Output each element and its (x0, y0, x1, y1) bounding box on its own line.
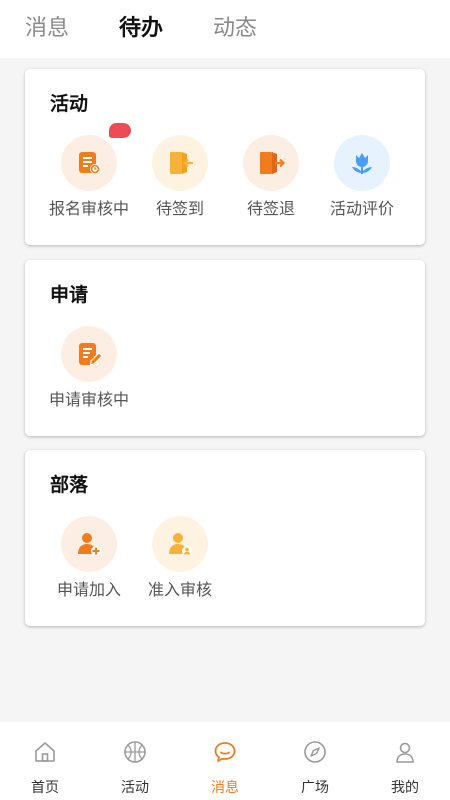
item-label: 待签退 (246, 199, 295, 218)
item-label: 申请审核中 (48, 390, 129, 409)
user-add-icon (61, 516, 117, 572)
item-label: 报名审核中 (48, 199, 129, 218)
item-pending-checkout[interactable]: 待签退 (226, 135, 316, 220)
door-exit-icon (243, 135, 299, 191)
tulip-icon (334, 135, 390, 191)
document-review-icon (61, 135, 117, 191)
nav-label: 消息 (211, 780, 239, 796)
profile-icon (396, 742, 414, 763)
nav-label: 首页 (31, 780, 59, 796)
home-icon (35, 742, 55, 762)
item-application-review[interactable]: 申请审核中 (44, 326, 134, 411)
user-check-icon (152, 516, 208, 572)
item-registration-review[interactable]: 报名审核中 (44, 135, 134, 220)
nav-home[interactable]: 首页 (0, 722, 90, 800)
tribe-card: 部落 申请加入 准入审核 (25, 450, 425, 626)
item-label: 活动评价 (329, 199, 394, 218)
nav-label: 活动 (121, 780, 149, 796)
activity-card: 活动 报名审核中 待签到 待签退 活动评价 (25, 69, 425, 245)
item-admission-review[interactable]: 准入审核 (135, 516, 225, 601)
item-label: 申请加入 (56, 580, 121, 599)
edit-document-icon (61, 326, 117, 382)
nav-messages[interactable]: 消息 (180, 722, 270, 800)
door-enter-icon (152, 135, 208, 191)
chat-bubble-icon (214, 742, 236, 762)
tab-updates[interactable]: 动态 (213, 15, 257, 43)
nav-mine[interactable]: 我的 (360, 722, 450, 800)
item-label: 准入审核 (147, 580, 212, 599)
nav-activity[interactable]: 活动 (90, 722, 180, 800)
top-tab-bar: 消息 待办 动态 (0, 0, 450, 58)
tab-messages[interactable]: 消息 (25, 15, 69, 43)
application-card: 申请 申请审核中 (25, 260, 425, 436)
section-title-activity: 活动 (50, 93, 89, 115)
tab-todo[interactable]: 待办 (119, 15, 163, 43)
section-title-application: 申请 (50, 284, 89, 306)
nav-label: 我的 (391, 780, 419, 796)
item-activity-review[interactable]: 活动评价 (317, 135, 407, 220)
nav-label: 广场 (301, 780, 329, 796)
compass-icon (304, 741, 326, 763)
nav-square[interactable]: 广场 (270, 722, 360, 800)
item-apply-join[interactable]: 申请加入 (44, 516, 134, 601)
section-title-tribe: 部落 (50, 474, 89, 496)
basketball-icon (124, 741, 146, 763)
notification-badge (109, 123, 131, 138)
bottom-nav-bar: 首页 活动 消息 广场 我的 (0, 722, 450, 800)
item-pending-checkin[interactable]: 待签到 (135, 135, 225, 220)
item-label: 待签到 (155, 199, 204, 218)
